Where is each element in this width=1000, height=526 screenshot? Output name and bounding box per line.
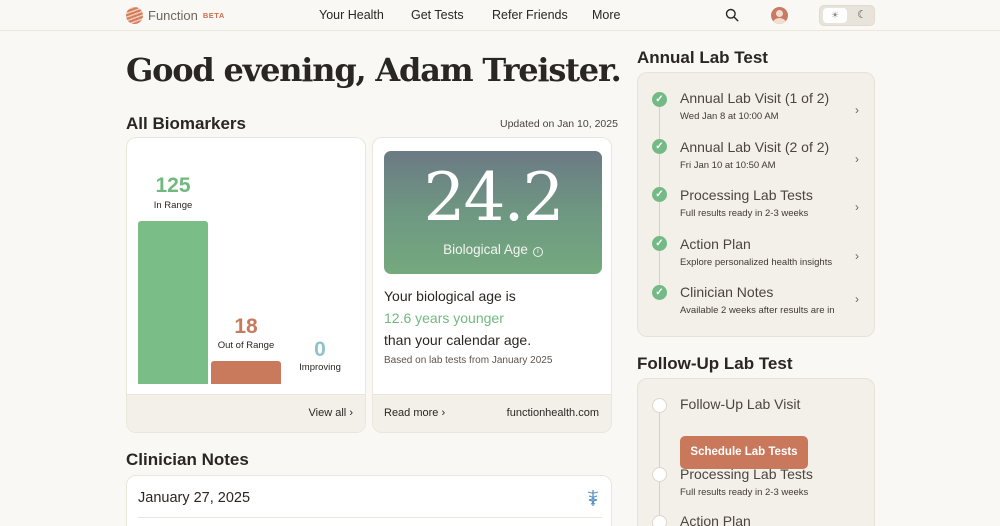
step-pending-icon <box>652 515 667 526</box>
bio-age-line1: Your biological age is <box>384 288 516 304</box>
step-subtitle: Fri Jan 10 at 10:50 AM <box>680 160 776 171</box>
check-icon: ✓ <box>652 187 667 202</box>
info-icon[interactable]: i <box>532 247 543 257</box>
check-icon: ✓ <box>652 285 667 300</box>
clinician-notes-card[interactable]: January 27, 2025 <box>126 475 612 526</box>
bio-age-value: 24.2 <box>423 159 565 236</box>
annual-step-4[interactable]: ✓ Action Plan Explore personalized healt… <box>638 236 874 276</box>
annual-step-5[interactable]: ✓ Clinician Notes Available 2 weeks afte… <box>638 284 874 324</box>
followup-lab-title: Follow-Up Lab Test <box>637 354 793 373</box>
annual-step-1[interactable]: ✓ Annual Lab Visit (1 of 2) Wed Jan 8 at… <box>638 90 874 130</box>
out-of-range-count: 18 <box>234 315 258 338</box>
step-subtitle: Explore personalized health insights <box>680 257 833 268</box>
chevron-right-icon: › <box>855 249 859 263</box>
in-range-label: In Range <box>153 200 193 211</box>
read-more-link[interactable]: Read more › <box>384 407 445 419</box>
biomarkers-card: 125 In Range 18 Out of Range 0 Improving… <box>126 137 366 433</box>
top-nav: Function BETA Your Health Get Tests Refe… <box>0 0 1000 31</box>
check-icon: ✓ <box>652 236 667 251</box>
nav-get-tests[interactable]: Get Tests <box>411 8 464 22</box>
biomarkers-title: All Biomarkers <box>126 114 246 133</box>
biomarkers-updated: Updated on Jan 10, 2025 <box>500 118 618 130</box>
greeting-heading: Good evening, Adam Treister. <box>126 51 622 89</box>
followup-step-2[interactable]: Processing Lab Tests Full results ready … <box>638 466 874 506</box>
beta-badge: BETA <box>202 11 225 20</box>
nav-more[interactable]: More <box>592 8 620 22</box>
chevron-right-icon: › <box>441 407 446 419</box>
step-subtitle: Full results ready in 2-3 weeks <box>680 487 809 498</box>
annual-lab-title: Annual Lab Test <box>637 48 768 67</box>
bio-age-label: Biological Age i <box>384 242 602 257</box>
view-all-link[interactable]: View all › <box>309 407 353 419</box>
followup-step-3[interactable]: Action Plan <box>638 513 874 526</box>
bio-age-card: 24.2 Biological Age i Your biological age… <box>372 137 612 433</box>
bio-age-line3: than your calendar age. <box>384 332 532 348</box>
step-pending-icon <box>652 467 667 482</box>
improving-label: Improving <box>299 362 341 373</box>
annual-step-3[interactable]: ✓ Processing Lab Tests Full results read… <box>638 187 874 227</box>
bio-age-panel: 24.2 Biological Age i <box>384 151 602 274</box>
in-range-count: 125 <box>155 174 191 197</box>
step-title: Processing Lab Tests <box>680 466 813 482</box>
check-icon: ✓ <box>652 139 667 154</box>
step-title: Action Plan <box>680 236 751 252</box>
brand-logo[interactable]: Function BETA <box>126 7 225 24</box>
caduceus-icon <box>587 490 599 506</box>
bio-age-note: Based on lab tests from January 2025 <box>384 355 553 366</box>
annual-step-2[interactable]: ✓ Annual Lab Visit (2 of 2) Fri Jan 10 a… <box>638 139 874 179</box>
step-subtitle: Full results ready in 2-3 weeks <box>680 208 809 219</box>
in-range-bar[interactable] <box>138 221 208 384</box>
step-subtitle: Wed Jan 8 at 10:00 AM <box>680 111 779 122</box>
chevron-right-icon: › <box>855 292 859 306</box>
check-icon: ✓ <box>652 92 667 107</box>
step-title: Processing Lab Tests <box>680 187 813 203</box>
chevron-right-icon: › <box>855 103 859 117</box>
followup-step-1: Follow-Up Lab Visit Schedule Lab Tests <box>638 396 874 469</box>
bio-age-footer: Read more › functionhealth.com <box>373 394 611 432</box>
step-title: Annual Lab Visit (1 of 2) <box>680 90 830 106</box>
step-title: Clinician Notes <box>680 284 774 300</box>
search-icon[interactable] <box>725 8 739 22</box>
out-of-range-bar[interactable] <box>211 361 281 384</box>
biomarkers-footer: View all › <box>127 394 365 432</box>
divider <box>138 517 602 518</box>
chevron-right-icon: › <box>349 407 353 419</box>
brand-name: Function <box>148 8 198 23</box>
function-logo-icon <box>126 7 143 24</box>
schedule-lab-tests-button[interactable]: Schedule Lab Tests <box>680 436 808 469</box>
chevron-right-icon: › <box>855 200 859 214</box>
followup-lab-panel: Follow-Up Lab Visit Schedule Lab Tests P… <box>637 378 875 526</box>
clinician-notes-title: Clinician Notes <box>126 450 249 469</box>
annual-lab-panel: ✓ Annual Lab Visit (1 of 2) Wed Jan 8 at… <box>637 72 875 337</box>
sun-icon[interactable]: ☀ <box>823 8 847 23</box>
nav-refer-friends[interactable]: Refer Friends <box>492 8 568 22</box>
step-subtitle: Available 2 weeks after results are in <box>680 305 835 316</box>
clinician-note-date: January 27, 2025 <box>138 490 251 506</box>
moon-icon[interactable]: ☾ <box>853 8 871 23</box>
out-of-range-label: Out of Range <box>217 340 275 351</box>
avatar[interactable] <box>771 7 788 24</box>
chevron-right-icon: › <box>855 152 859 166</box>
step-pending-icon <box>652 398 667 413</box>
step-title: Annual Lab Visit (2 of 2) <box>680 139 830 155</box>
theme-toggle[interactable]: ☀ ☾ <box>819 5 875 26</box>
source-link[interactable]: functionhealth.com <box>507 407 599 419</box>
bio-age-line2: 12.6 years younger <box>384 310 504 326</box>
step-title: Follow-Up Lab Visit <box>680 396 801 412</box>
step-title: Action Plan <box>680 513 751 526</box>
nav-your-health[interactable]: Your Health <box>319 8 384 22</box>
improving-count: 0 <box>314 338 326 361</box>
